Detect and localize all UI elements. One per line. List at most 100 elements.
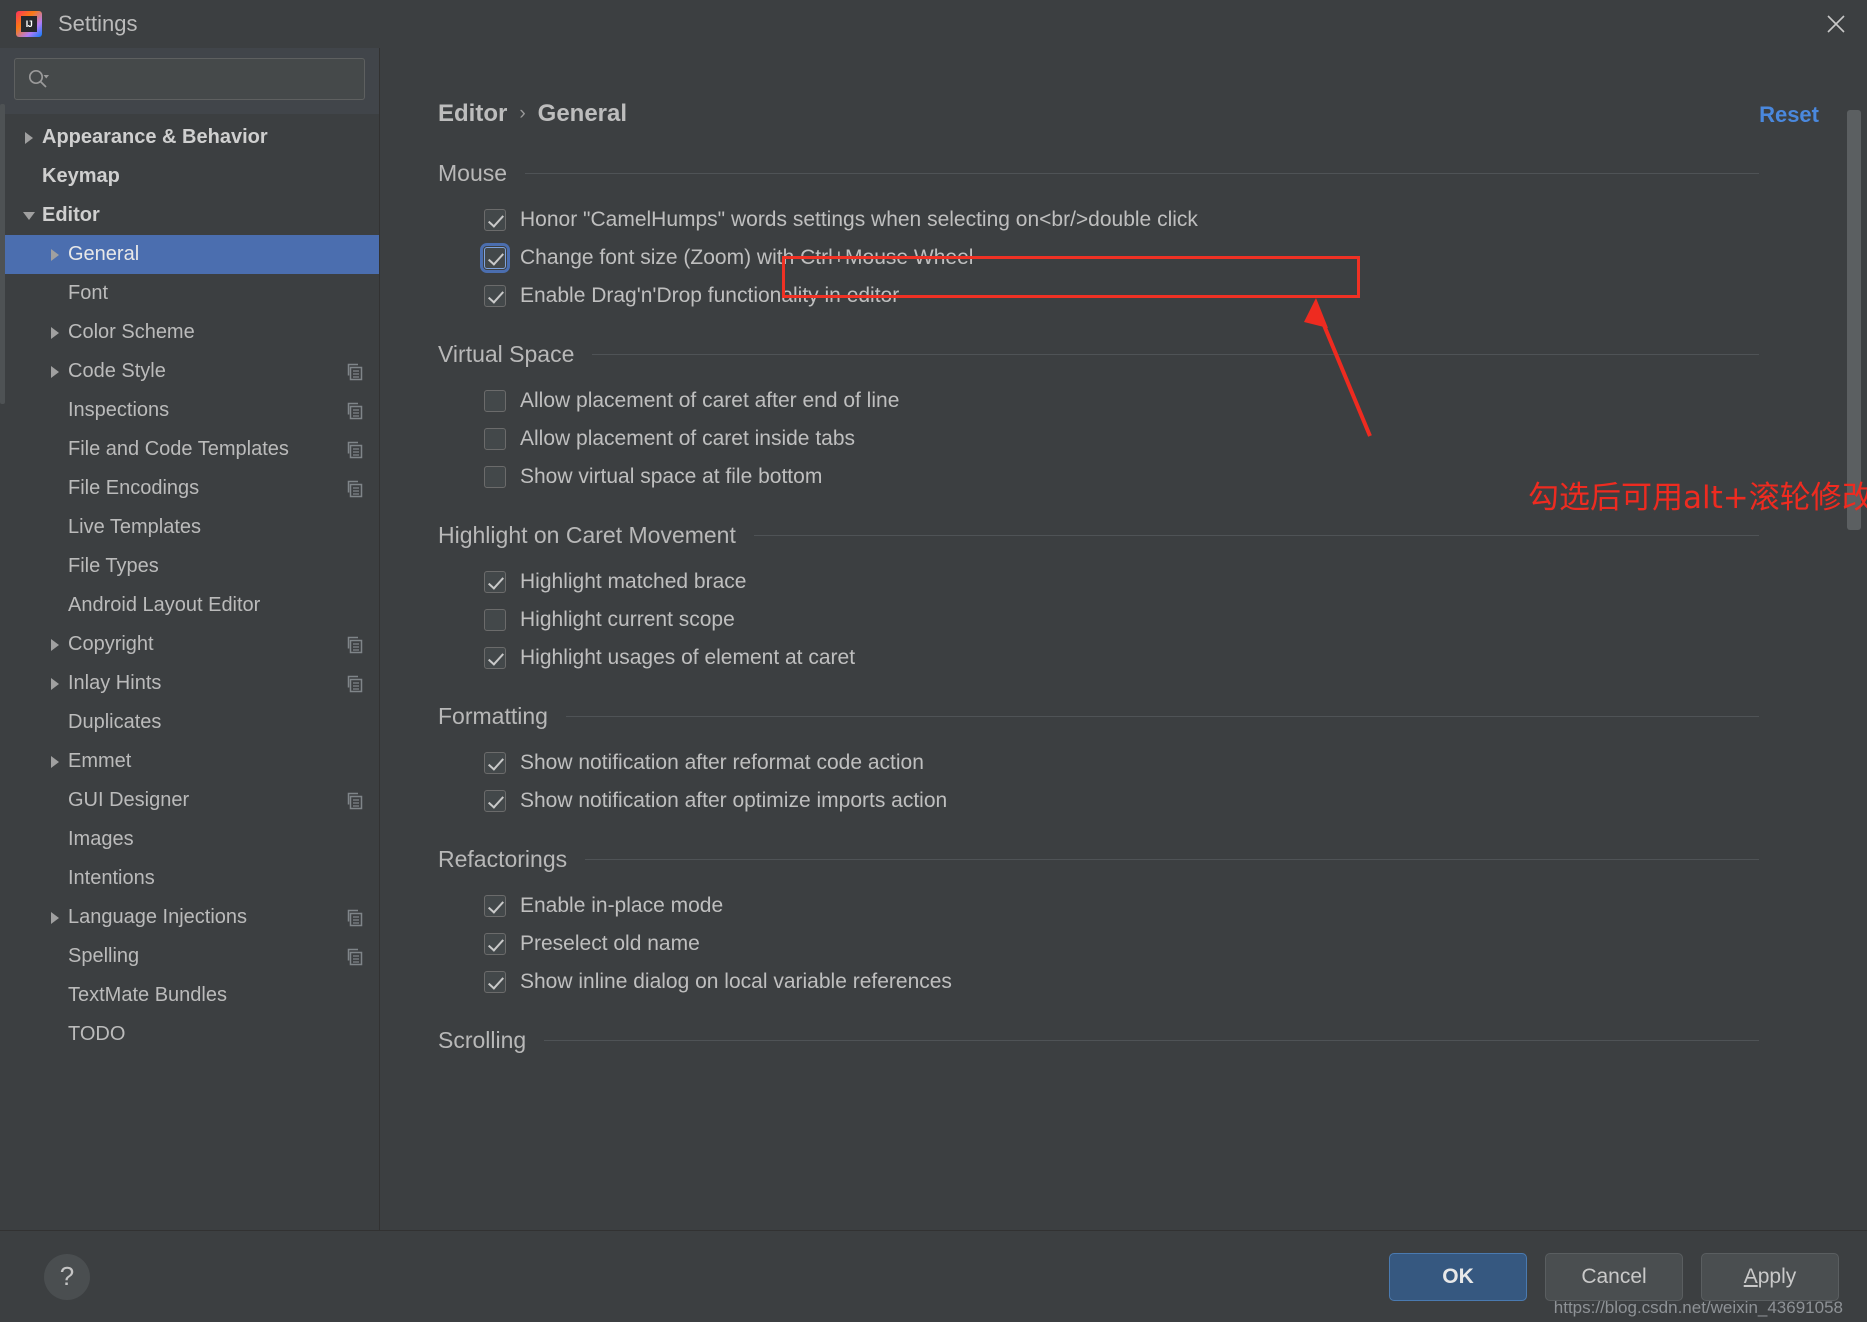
search-input[interactable] [55,70,352,88]
sidebar-item-duplicates[interactable]: Duplicates [0,703,379,742]
section-header: Mouse [438,160,1867,187]
search-box[interactable] [14,58,365,100]
copy-settings-icon[interactable] [345,635,365,655]
apply-button[interactable]: Apply [1701,1252,1839,1301]
checkbox[interactable] [484,285,506,307]
sidebar-item-inlay-hints[interactable]: Inlay Hints [0,664,379,703]
sidebar-item-language-injections[interactable]: Language Injections [0,898,379,937]
checkbox[interactable] [484,933,506,955]
checkbox-row[interactable]: Honor "CamelHumps" words settings when s… [484,201,1867,239]
checkbox-row[interactable]: Show notification after optimize imports… [484,782,1867,820]
sidebar-item-keymap[interactable]: Keymap [0,157,379,196]
sidebar-item-todo[interactable]: TODO [0,1015,379,1054]
copy-settings-icon[interactable] [345,440,365,460]
chevron-right-icon[interactable] [42,911,68,925]
breadcrumb-root[interactable]: Editor [438,100,507,128]
checkbox-label: Preselect old name [520,932,700,955]
checkbox-label: Honor "CamelHumps" words settings when s… [520,208,1198,231]
checkbox-row[interactable]: Allow placement of caret after end of li… [484,382,1867,420]
chevron-right-icon[interactable] [42,248,68,262]
copy-settings-icon[interactable] [345,362,365,382]
checkbox-row[interactable]: Allow placement of caret inside tabs [484,420,1867,458]
copy-settings-icon[interactable] [345,401,365,421]
checkbox-row[interactable]: Highlight current scope [484,601,1867,639]
sidebar-item-live-templates[interactable]: Live Templates [0,508,379,547]
title-bar: Settings [0,0,1867,48]
checkbox-row[interactable]: Highlight matched brace [484,563,1867,601]
chevron-right-icon[interactable] [42,638,68,652]
checkbox-row[interactable]: Show inline dialog on local variable ref… [484,963,1867,1001]
section-divider [565,716,1759,717]
sidebar-item-copyright[interactable]: Copyright [0,625,379,664]
checkbox-row[interactable]: Preselect old name [484,925,1867,963]
copy-settings-icon[interactable] [345,908,365,928]
sidebar-item-label: Android Layout Editor [68,594,261,616]
chevron-down-icon[interactable] [16,210,42,222]
checkbox[interactable] [484,895,506,917]
sidebar-item-label: Code Style [68,360,166,382]
sidebar-item-textmate-bundles[interactable]: TextMate Bundles [0,976,379,1015]
sidebar-item-label: Emmet [68,750,132,772]
checkbox[interactable] [480,243,510,273]
chevron-right-icon[interactable] [42,365,68,379]
checkbox-row[interactable]: Show notification after reformat code ac… [484,744,1867,782]
main-scrollbar-thumb[interactable] [1847,110,1861,530]
breadcrumb-separator-icon: › [519,103,526,124]
sidebar-item-inspections[interactable]: Inspections [0,391,379,430]
settings-tree[interactable]: Appearance & Behavior Keymap Editor General… [0,114,379,1230]
sidebar-scrollbar-thumb[interactable] [0,104,5,404]
checkbox[interactable] [484,609,506,631]
sidebar-item-editor[interactable]: Editor [0,196,379,235]
checkbox[interactable] [484,466,506,488]
sidebar-item-file-encodings[interactable]: File Encodings [0,469,379,508]
copy-settings-icon[interactable] [345,791,365,811]
sidebar-item-gui-designer[interactable]: GUI Designer [0,781,379,820]
checkbox[interactable] [484,209,506,231]
option-group [438,1054,1867,1068]
copy-settings-icon[interactable] [345,479,365,499]
reset-link[interactable]: Reset [1759,102,1819,128]
checkbox[interactable] [484,971,506,993]
chevron-right-icon[interactable] [42,755,68,769]
sidebar-item-color-scheme[interactable]: Color Scheme [0,313,379,352]
close-icon[interactable] [1805,0,1867,48]
checkbox-row[interactable]: Change font size (Zoom) with Ctrl+Mouse … [480,239,1867,277]
sidebar-item-appearance-behavior[interactable]: Appearance & Behavior [0,118,379,157]
cancel-button[interactable]: Cancel [1545,1252,1683,1301]
apply-mnemonic: A [1743,1264,1758,1288]
checkbox-label: Highlight matched brace [520,570,747,593]
checkbox[interactable] [484,571,506,593]
ok-button[interactable]: OK [1389,1252,1527,1301]
checkbox-row[interactable]: Enable Drag'n'Drop functionality in edit… [484,277,1867,315]
copy-settings-icon[interactable] [345,674,365,694]
checkbox[interactable] [484,390,506,412]
checkbox-row[interactable]: Enable in-place mode [484,887,1867,925]
help-button[interactable]: ? [44,1253,90,1300]
sidebar-item-label: GUI Designer [68,789,190,811]
sidebar-item-font[interactable]: Font [0,274,379,313]
checkbox[interactable] [484,647,506,669]
option-group: Show notification after reformat code ac… [438,730,1867,820]
sidebar-item-file-types[interactable]: File Types [0,547,379,586]
sidebar-item-general[interactable]: General [0,235,379,274]
copy-settings-icon[interactable] [345,947,365,967]
sidebar-item-android-layout-editor[interactable]: Android Layout Editor [0,586,379,625]
sidebar-scrollbar-track[interactable] [0,104,5,1230]
sidebar-item-intentions[interactable]: Intentions [0,859,379,898]
sidebar-item-label: Editor [42,204,100,226]
sidebar-item-code-style[interactable]: Code Style [0,352,379,391]
option-group: Enable in-place mode Preselect old name Sh… [438,873,1867,1001]
checkbox[interactable] [484,752,506,774]
checkbox[interactable] [484,428,506,450]
checkbox[interactable] [484,790,506,812]
sidebar-item-label: File and Code Templates [68,438,289,460]
chevron-right-icon[interactable] [42,326,68,340]
sidebar-item-spelling[interactable]: Spelling [0,937,379,976]
chevron-right-icon[interactable] [16,131,42,145]
checkbox-row[interactable]: Highlight usages of element at caret [484,639,1867,677]
sidebar-item-images[interactable]: Images [0,820,379,859]
sidebar-item-file-and-code-templates[interactable]: File and Code Templates [0,430,379,469]
chevron-right-icon[interactable] [42,677,68,691]
sidebar-item-emmet[interactable]: Emmet [0,742,379,781]
